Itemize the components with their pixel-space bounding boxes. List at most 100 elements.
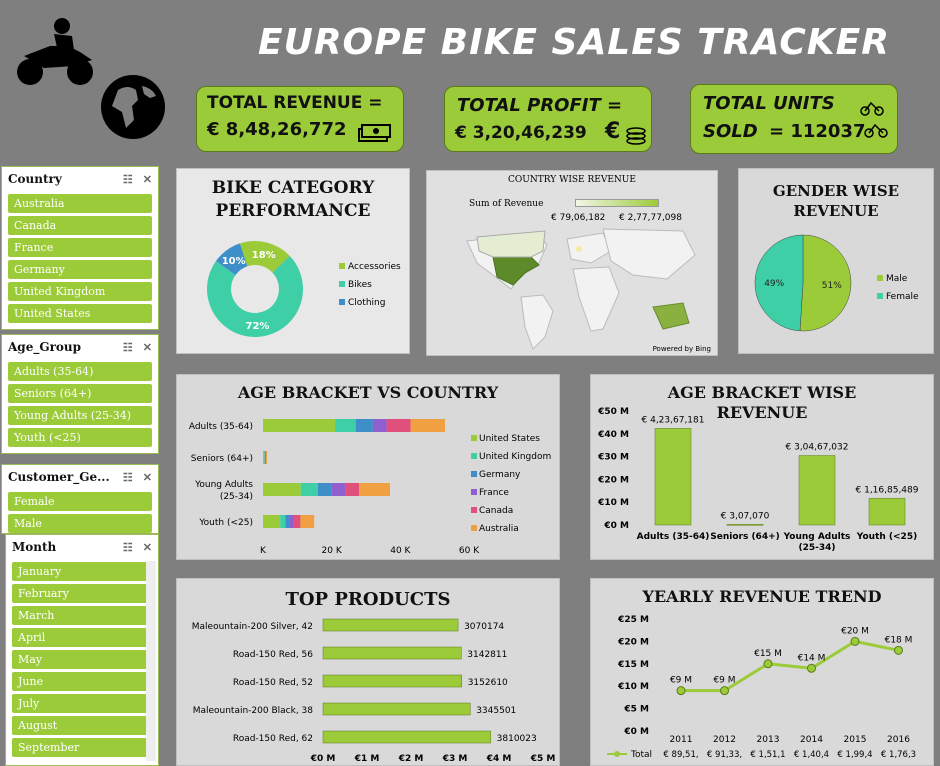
product-label: Maleountain-200 Black, 38: [193, 706, 314, 716]
bar-segment: [355, 419, 373, 432]
gender-chart: 51% 49% Male Female: [754, 234, 919, 332]
slicer-country: Country ☷ ✕ Australia Canada France Germany U…: [1, 166, 159, 330]
panel-yearly-trend: YEARLY REVENUE TREND €25 M €20 M €15 M €10 …: [590, 578, 934, 766]
slicer-item[interactable]: March: [12, 606, 152, 625]
slicer-month: Month ☷ ✕ January February March April May Jun…: [5, 534, 159, 766]
bar-value-label: € 1,16,85,489: [856, 485, 919, 495]
legend-swatch: [339, 281, 345, 287]
bar-value-label: 3142811: [467, 650, 507, 660]
kpi-units-value: = 112037: [769, 121, 866, 142]
category-label: (25-34): [798, 543, 835, 553]
multi-select-icon[interactable]: ☷: [123, 471, 133, 484]
slicer-item[interactable]: July: [12, 694, 152, 713]
bar: [322, 674, 462, 688]
pie-label: 49%: [764, 279, 784, 289]
legend-swatch: [471, 453, 477, 459]
table-cell: € 89,51,: [663, 750, 698, 760]
donut-label: 10%: [222, 256, 246, 267]
legend-swatch: [471, 507, 477, 513]
product-label: Road-150 Red, 56: [233, 650, 313, 660]
coins-icon: [626, 127, 646, 145]
multi-select-icon[interactable]: ☷: [123, 341, 133, 354]
slicer-item[interactable]: August: [12, 716, 152, 735]
table-cell: € 1,40,4: [794, 750, 829, 760]
bar-value-label: 3810023: [497, 734, 537, 744]
bar: [726, 524, 764, 526]
panel-age-country: AGE BRACKET VS COUNTRY Adults (35-64) Sen…: [176, 374, 560, 560]
bike-category-chart: 18% 72% 10% Accessories Bikes Clothing: [207, 241, 401, 337]
multi-select-icon[interactable]: ☷: [123, 173, 133, 186]
bar-value-label: 3070174: [464, 622, 504, 632]
slicer-item[interactable]: United States: [8, 304, 152, 323]
bar-segment: [263, 483, 301, 496]
slicer-item[interactable]: February: [12, 584, 152, 603]
euro-coins-icon: €: [605, 119, 621, 144]
y-tick-label: €0 M: [623, 727, 649, 737]
kpi-profit-value: € 3,20,46,239: [455, 123, 587, 143]
slicer-item[interactable]: Germany: [8, 260, 152, 279]
pie-label: 51%: [822, 281, 842, 291]
y-tick-label: €20 M: [617, 637, 649, 647]
category-label: Seniors (64+): [191, 454, 253, 464]
point-value-label: €15 M: [754, 649, 782, 659]
trend-point: [763, 659, 773, 669]
globe-icon: [101, 75, 165, 139]
panel-gender-revenue: GENDER WISE REVENUE 51% 49% Male Female: [738, 168, 934, 354]
trend-point: [850, 636, 860, 646]
x-tick-label: 2015: [844, 735, 867, 745]
y-tick-label: €10 M: [617, 682, 649, 692]
bar-value-label: € 3,04,67,032: [786, 443, 849, 453]
slicer-item[interactable]: June: [12, 672, 152, 691]
slicer-item[interactable]: Youth (<25): [8, 428, 152, 447]
bar-segment: [300, 483, 318, 496]
table-cell: € 1,76,3: [881, 750, 916, 760]
x-tick-label: 2013: [757, 735, 780, 745]
map-africa: [572, 266, 620, 332]
motorbike-small-icon: [860, 101, 888, 138]
slicer-item[interactable]: Male: [8, 514, 152, 533]
slicer-item[interactable]: Canada: [8, 216, 152, 235]
slicer-item[interactable]: Female: [8, 492, 152, 511]
bar: [322, 730, 491, 744]
y-tick-label: €40 M: [597, 430, 629, 440]
bar-segment: [335, 419, 356, 432]
clear-filter-icon[interactable]: ✕: [143, 471, 152, 484]
y-tick-label: €30 M: [597, 453, 629, 463]
x-tick-label: 20 K: [322, 546, 343, 556]
bar-segment: [300, 515, 315, 528]
bar: [868, 498, 906, 526]
legend-swatch: [339, 263, 345, 269]
x-tick-label: €2 M: [398, 754, 424, 764]
x-tick-label: K: [260, 546, 267, 556]
x-tick-label: €4 M: [486, 754, 512, 764]
clear-filter-icon[interactable]: ✕: [143, 541, 152, 554]
slicer-item[interactable]: Young Adults (25-34): [8, 406, 152, 425]
slicer-item[interactable]: May: [12, 650, 152, 669]
slicer-month-scrollbar[interactable]: [146, 561, 156, 761]
donut-label: 72%: [246, 321, 270, 332]
slicer-item[interactable]: Seniors (64+): [8, 384, 152, 403]
slicer-item[interactable]: France: [8, 238, 152, 257]
slicer-age-group-title: Age_Group: [8, 340, 82, 354]
kpi-units-label-1: TOTAL UNITS: [703, 93, 835, 114]
kpi-profit-label: TOTAL PROFIT =: [457, 95, 623, 116]
slicer-item[interactable]: Adults (35-64): [8, 362, 152, 381]
bar: [322, 646, 462, 660]
point-value-label: €18 M: [885, 635, 913, 645]
kpi-revenue-value: € 8,48,26,772: [207, 119, 347, 140]
bar-segment: [266, 451, 268, 464]
multi-select-icon[interactable]: ☷: [123, 541, 133, 554]
map-credit: Powered by Bing: [652, 345, 711, 353]
slicer-item[interactable]: April: [12, 628, 152, 647]
slicer-item[interactable]: Australia: [8, 194, 152, 213]
trend-point: [807, 663, 816, 673]
point-value-label: €14 M: [798, 653, 826, 663]
slicer-item[interactable]: United Kingdom: [8, 282, 152, 301]
slicer-item[interactable]: September: [12, 738, 152, 757]
bar: [322, 618, 459, 632]
slicer-item[interactable]: January: [12, 562, 152, 581]
clear-filter-icon[interactable]: ✕: [143, 173, 152, 186]
clear-filter-icon[interactable]: ✕: [143, 341, 152, 354]
y-tick-label: €5 M: [623, 705, 649, 715]
y-tick-label: €25 M: [617, 615, 649, 625]
